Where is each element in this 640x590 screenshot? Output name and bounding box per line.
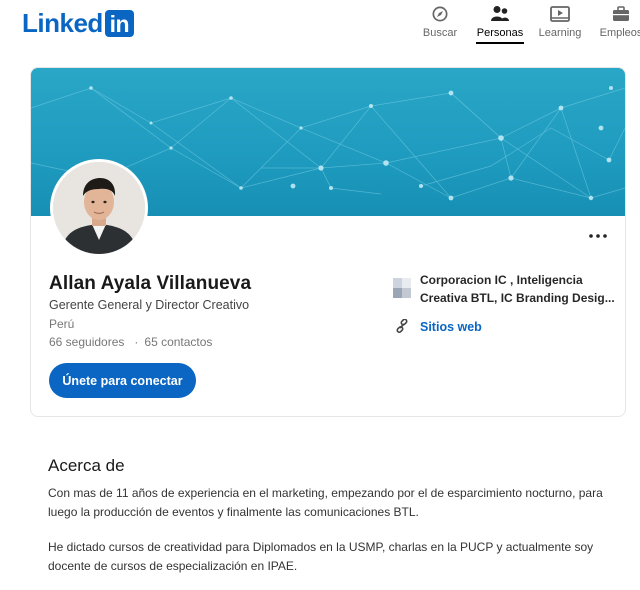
compass-icon — [428, 4, 452, 24]
video-icon — [548, 4, 572, 24]
profile-network-counts: 66 seguidores · 65 contactos — [49, 335, 212, 349]
logo-text: Linked — [22, 8, 103, 38]
nav-label-buscar: Buscar — [422, 27, 458, 39]
profile-card: Allan Ayala Villanueva Gerente General y… — [30, 67, 626, 417]
nav-buscar[interactable]: Buscar — [422, 4, 458, 44]
link-icon — [395, 318, 409, 334]
top-navigation: Linked in Buscar Personas Learning Empleo… — [0, 0, 640, 52]
company-name-line-2: Creativa BTL, IC Branding Desig... — [420, 291, 615, 305]
linkedin-logo[interactable]: Linked in — [22, 9, 134, 37]
briefcase-icon — [609, 4, 633, 24]
profile-photo[interactable] — [50, 159, 148, 257]
people-icon — [488, 4, 512, 24]
current-company[interactable]: Corporacion IC , Inteligencia Creativa B… — [420, 271, 615, 307]
nav-label-empleos: Empleos — [599, 27, 640, 39]
profile-name: Allan Ayala Villanueva — [49, 273, 252, 294]
profile-location: Perú — [49, 317, 75, 331]
count-separator: · — [134, 335, 139, 349]
nav-label-personas: Personas — [476, 27, 524, 39]
about-heading: Acerca de — [48, 456, 125, 475]
websites-link[interactable]: Sitios web — [420, 320, 482, 334]
nav-label-learning: Learning — [538, 27, 582, 39]
company-name-line-1: Corporacion IC , Inteligencia — [420, 273, 583, 287]
join-to-connect-button[interactable]: Únete para conectar — [49, 363, 196, 398]
nav-empleos[interactable]: Empleos — [599, 4, 640, 44]
connections-count[interactable]: 65 contactos — [144, 335, 212, 349]
logo-in-box: in — [104, 9, 134, 37]
followers-count[interactable]: 66 seguidores — [49, 335, 124, 349]
profile-headline: Gerente General y Director Creativo — [49, 298, 250, 312]
more-horizontal-icon — [589, 234, 607, 238]
company-logo[interactable] — [393, 278, 411, 298]
active-tab-indicator — [476, 42, 524, 44]
nav-personas[interactable]: Personas — [476, 4, 524, 44]
about-paragraph-1: Con mas de 11 años de experiencia en el … — [48, 486, 603, 519]
more-options-button[interactable] — [584, 226, 612, 246]
about-paragraph-2: He dictado cursos de creatividad para Di… — [48, 540, 594, 573]
nav-learning[interactable]: Learning — [538, 4, 582, 44]
